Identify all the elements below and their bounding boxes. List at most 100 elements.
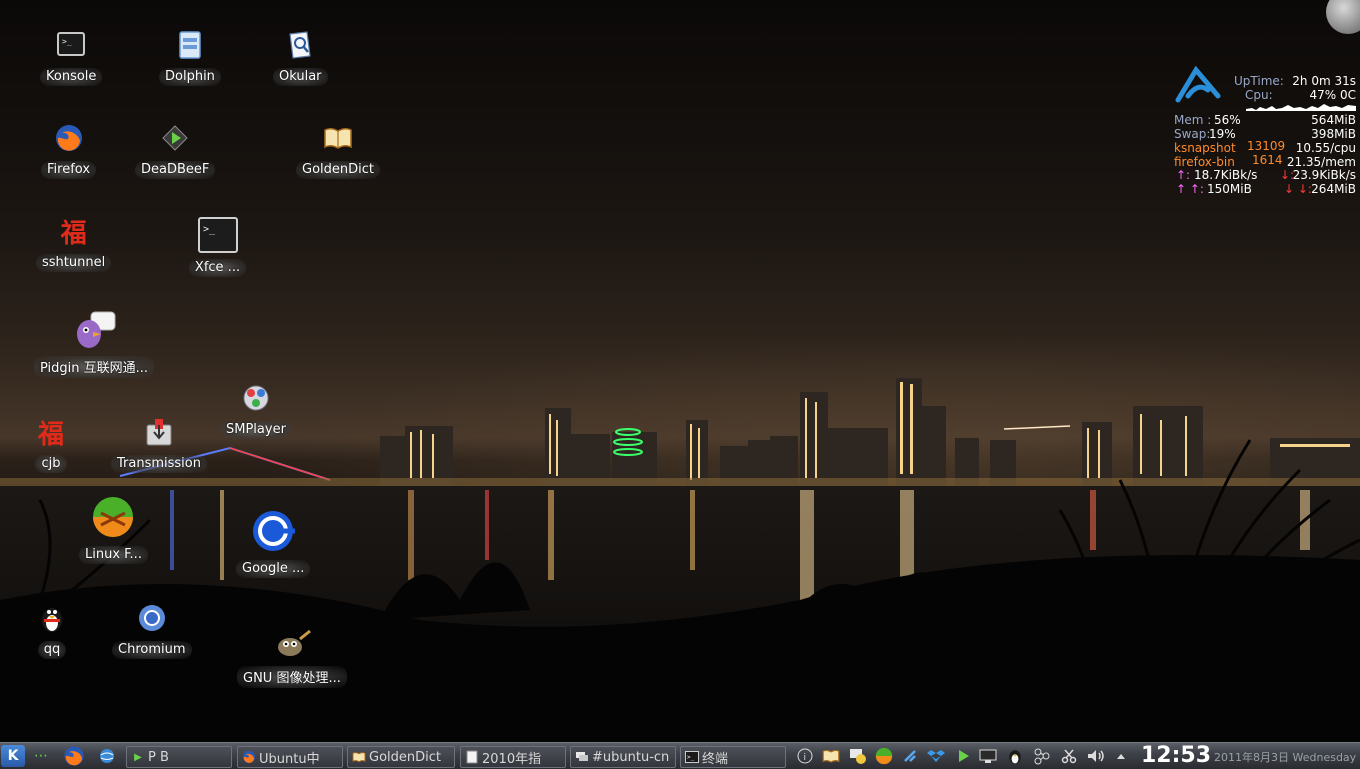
task-document[interactable]: 2010年指 [460, 746, 566, 768]
upload-total: 150MiB [1207, 182, 1252, 196]
desktop-icon-xfce[interactable]: >_ Xfce ... [188, 217, 247, 277]
qq-tray-icon[interactable] [1005, 746, 1025, 766]
task-irc[interactable]: #ubuntu-cn [570, 746, 676, 768]
desktop-icon-linux-f[interactable]: Linux F... [79, 494, 148, 564]
desktop-icon-label: Firefox [41, 161, 97, 179]
pidgin-tray-icon[interactable] [848, 746, 868, 766]
download-total-arrow: ↓ ↓: [1284, 182, 1312, 196]
terminal-icon: >_ [685, 750, 699, 764]
firefox-icon [52, 121, 86, 155]
desktop-icon-label: Konsole [40, 68, 103, 86]
fu-character-icon: 福 [37, 419, 64, 450]
upload-speed: 18.7KiBk/s [1194, 168, 1258, 182]
svg-text:>_: >_ [62, 37, 72, 46]
scissors-icon[interactable] [1059, 746, 1079, 766]
top-mem-value: 21.35/mem [1286, 155, 1356, 169]
desktop-icon-label: cjb [35, 455, 67, 473]
svg-text:>_: >_ [687, 754, 695, 761]
desktop-icon-label: GoldenDict [296, 161, 380, 179]
upload-arrow: ↑: [1176, 168, 1191, 182]
desktop-icon-google-earth[interactable]: Google ... [236, 508, 311, 578]
task-label: 终端 [702, 751, 729, 767]
media-play-icon [158, 121, 192, 155]
network-manager-icon[interactable] [978, 746, 998, 766]
desktop-icon-sshtunnel[interactable]: 福 sshtunnel [36, 214, 112, 272]
desktop-icon-firefox[interactable]: Firefox [41, 121, 97, 179]
desktop-icon-konsole[interactable]: >_ Konsole [40, 28, 103, 86]
desktop-icon-transmission[interactable]: Transmission [111, 415, 207, 473]
pager-play-icon: ▶ [134, 751, 142, 763]
task-firefox[interactable]: Ubuntu中 [237, 746, 343, 768]
desktop-icon-smplayer[interactable]: SMPlayer [220, 381, 292, 439]
desktop-icon-pidgin[interactable]: Pidgin 互联网通... [34, 310, 155, 378]
firefox-icon [242, 750, 256, 764]
desktop-icon-label: sshtunnel [36, 254, 112, 272]
desktop-icon-label: Chromium [112, 641, 192, 659]
desktop-icon-label: Okular [273, 68, 328, 86]
goldendict-tray-icon[interactable] [821, 746, 841, 766]
desktop-icon-label: Dolphin [159, 68, 221, 86]
arch-logo-icon [1174, 65, 1222, 107]
download-speed: 23.9KiBk/s [1292, 168, 1356, 182]
desktop-icon-label: GNU 图像处理... [237, 666, 347, 688]
desktop-icon-deadbeef[interactable]: DeaDBeeF [135, 121, 216, 179]
swap-label: Swap: [1174, 127, 1211, 141]
desktop-icon-cjb[interactable]: 福 cjb [34, 415, 68, 473]
task-terminal[interactable]: >_ 终端 [680, 746, 786, 768]
volume-icon[interactable] [1086, 746, 1106, 766]
desktop: >_ Konsole Dolphin Okular Firefox DeaDBe… [0, 0, 1360, 742]
klipper-icon[interactable] [900, 746, 920, 766]
tray-expand-icon[interactable] [1113, 746, 1129, 766]
fu-character-icon: 福 [60, 218, 87, 249]
desktop-icon-label: DeaDBeeF [135, 161, 216, 179]
desktop-icon-dolphin[interactable]: Dolphin [159, 28, 221, 86]
desktop-icon-okular[interactable]: Okular [273, 28, 328, 86]
smplayer-icon [239, 381, 273, 415]
desktop-icon-qq[interactable]: qq [35, 601, 69, 659]
digital-clock[interactable]: 12:53 [1141, 743, 1211, 768]
download-total: 264MiB [1311, 182, 1356, 196]
document-viewer-icon [283, 28, 317, 62]
kde-menu-icon[interactable]: K [1, 745, 25, 767]
dictionary-book-icon [352, 750, 366, 764]
task-label: GoldenDict [369, 749, 441, 765]
firefox-launcher-icon[interactable] [61, 745, 87, 767]
mem-used: 564MiB [1311, 113, 1356, 127]
task-label: Ubuntu中 [259, 751, 320, 767]
desktop-icon-label: Pidgin 互联网通... [34, 356, 155, 378]
network-globe-icon[interactable] [96, 745, 118, 767]
desktop-icon-goldendict[interactable]: GoldenDict [296, 121, 380, 179]
info-icon[interactable]: i [795, 746, 815, 766]
deadbeef-tray-icon[interactable] [953, 746, 973, 766]
pager-label: P B [148, 749, 169, 765]
top-cpu-process: ksnapshot [1174, 141, 1236, 155]
gimp-icon [272, 626, 312, 660]
desktop-icon-chromium[interactable]: Chromium [112, 601, 192, 659]
show-desktop-icon[interactable]: ⋯ [30, 745, 52, 767]
desktop-icon-label: Xfce ... [188, 259, 247, 277]
desktop-icon-gimp[interactable]: GNU 图像处理... [237, 626, 347, 688]
bluetooth-share-icon[interactable] [1032, 746, 1052, 766]
chromium-icon [135, 601, 169, 635]
svg-text:>_: >_ [203, 224, 216, 235]
desktop-icon-label: SMPlayer [220, 421, 292, 439]
task-goldendict[interactable]: GoldenDict [347, 746, 455, 768]
top-mem-process: firefox-bin [1174, 155, 1235, 169]
terminal-icon: >_ [54, 28, 88, 62]
task-label: #ubuntu-cn [592, 749, 670, 765]
swap-percent: 19% [1209, 127, 1236, 141]
mem-percent: 56% [1214, 113, 1241, 127]
file-manager-icon [173, 28, 207, 62]
wallpaper-night-skyline [0, 310, 1360, 742]
linux-fetion-tray-icon[interactable] [874, 746, 894, 766]
terminal-icon: >_ [197, 217, 238, 253]
virtual-desktop-pager[interactable]: ▶ P B [126, 746, 232, 768]
top-mem-pid: 1614 [1252, 153, 1283, 167]
document-icon [465, 750, 479, 764]
desktop-icon-label: Transmission [111, 455, 207, 473]
dropbox-icon[interactable] [926, 746, 946, 766]
transmission-icon [142, 415, 176, 449]
top-cpu-value: 10.55/cpu [1295, 141, 1356, 155]
google-earth-icon [250, 508, 296, 554]
mem-label: Mem : [1174, 113, 1212, 127]
